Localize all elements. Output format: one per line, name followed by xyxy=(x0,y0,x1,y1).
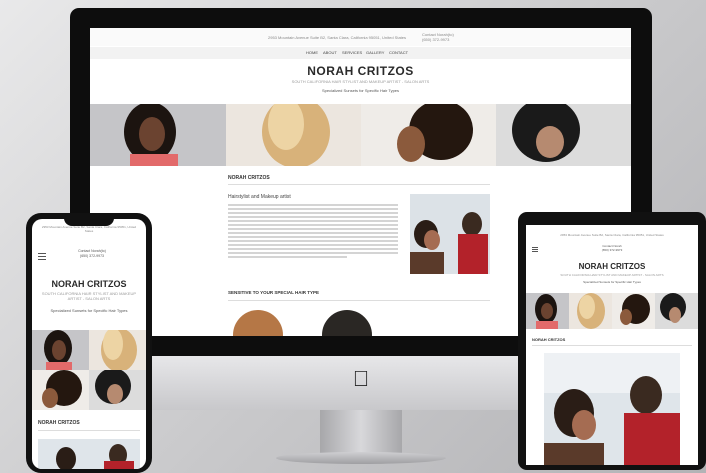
imac-stand xyxy=(320,410,402,454)
section2-heading: SENSITIVE TO YOUR SPECIAL HAIR TYPE xyxy=(228,290,320,295)
phone-site-tagline: Specialized Sunsets for Specific Hair Ty… xyxy=(50,308,128,313)
phone-notch xyxy=(64,215,114,226)
hero-photo-2 xyxy=(226,104,361,166)
tablet-contact[interactable]: Contact Norah (650) 372-9973 xyxy=(586,244,638,252)
phone-photo-1 xyxy=(32,330,89,370)
hero-photo-4 xyxy=(496,104,631,166)
tablet-topbar: 2953 Mountain Avenue Suite B2, Santa Cla… xyxy=(560,233,664,237)
paragraph-text-block xyxy=(228,204,398,260)
topbar-address: 2953 Mountain Avenue Suite B2, Santa Cla… xyxy=(268,35,407,40)
topbar-contact[interactable]: Contact Norah(to) (650) 372-9973 xyxy=(422,32,462,42)
nav-contact[interactable]: CONTACT xyxy=(389,50,408,55)
tablet-divider xyxy=(532,345,692,346)
hero-photo-3 xyxy=(361,104,496,166)
tablet-photo-1 xyxy=(526,293,569,329)
tablet-site-subtitle: SOUTH CALIFORNIA HAIR STYLIST AND MAKEUP… xyxy=(560,273,664,277)
nav-about[interactable]: ABOUT xyxy=(323,50,337,55)
phone-photo-2 xyxy=(89,330,146,370)
nav-home[interactable]: HOME xyxy=(306,50,318,55)
site-title: NORAH CRITZOS xyxy=(307,64,414,78)
tablet-photo-2 xyxy=(569,293,612,329)
phone-site-subtitle: SOUTH CALIFORNIA HAIR STYLIST AND MAKEUP… xyxy=(41,291,137,301)
phone-topbar: 2953 Mountain Avenue Suite B2, Santa Cla… xyxy=(41,225,137,233)
phone-makeup-photo xyxy=(38,439,140,469)
phone-photo-4 xyxy=(89,370,146,410)
section-divider xyxy=(228,184,490,185)
tablet-photo-4 xyxy=(655,293,698,329)
hair-type-circle-2 xyxy=(322,310,372,336)
apple-logo-icon:  xyxy=(352,368,370,390)
imac-stand-base xyxy=(276,452,446,464)
phone-site-title: NORAH CRITZOS xyxy=(51,279,127,289)
section-heading: NORAH CRITZOS xyxy=(228,175,270,181)
tablet-website-screen: 2953 Mountain Avenue Suite B2, Santa Cla… xyxy=(526,225,698,465)
phone-divider xyxy=(38,430,140,431)
section-divider-2 xyxy=(228,300,490,301)
site-tagline: Specialized Sunsets for Specific Hair Ty… xyxy=(321,88,400,93)
nav-gallery[interactable]: GALLERY xyxy=(366,50,384,55)
phone-section-heading: NORAH CRITZOS xyxy=(38,420,80,426)
nav-services[interactable]: SERVICES xyxy=(342,50,362,55)
tablet-makeup-photo xyxy=(544,353,680,465)
tablet-site-tagline: Specialized Sunsets for Specific Hair Ty… xyxy=(583,280,641,284)
paragraph-heading: Hairstylist and Makeup artist xyxy=(228,194,291,200)
desktop-topbar: 2953 Mountain Avenue Suite B2, Santa Cla… xyxy=(90,28,631,46)
phone-website-screen: 2953 Mountain Avenue Suite B2, Santa Cla… xyxy=(32,219,146,469)
makeup-photo xyxy=(410,194,490,274)
tablet-hamburger-menu-icon[interactable] xyxy=(532,247,538,252)
hair-type-circle-1 xyxy=(233,310,283,336)
tablet-photo-3 xyxy=(612,293,655,329)
hero-photo-1 xyxy=(90,104,226,166)
phone-photo-3 xyxy=(32,370,89,410)
tablet-section-heading: NORAH CRITZOS xyxy=(532,337,566,342)
hamburger-menu-icon[interactable] xyxy=(38,253,46,260)
phone-contact[interactable]: Contact Norah(to) (650) 372-9973 xyxy=(62,249,122,259)
tablet-site-title: NORAH CRITZOS xyxy=(578,262,646,271)
site-subtitle: SOUTH CALIFORNIA HAIR STYLIST AND MAKEUP… xyxy=(291,79,430,84)
desktop-nav: HOME ABOUT SERVICES GALLERY CONTACT xyxy=(90,47,631,59)
